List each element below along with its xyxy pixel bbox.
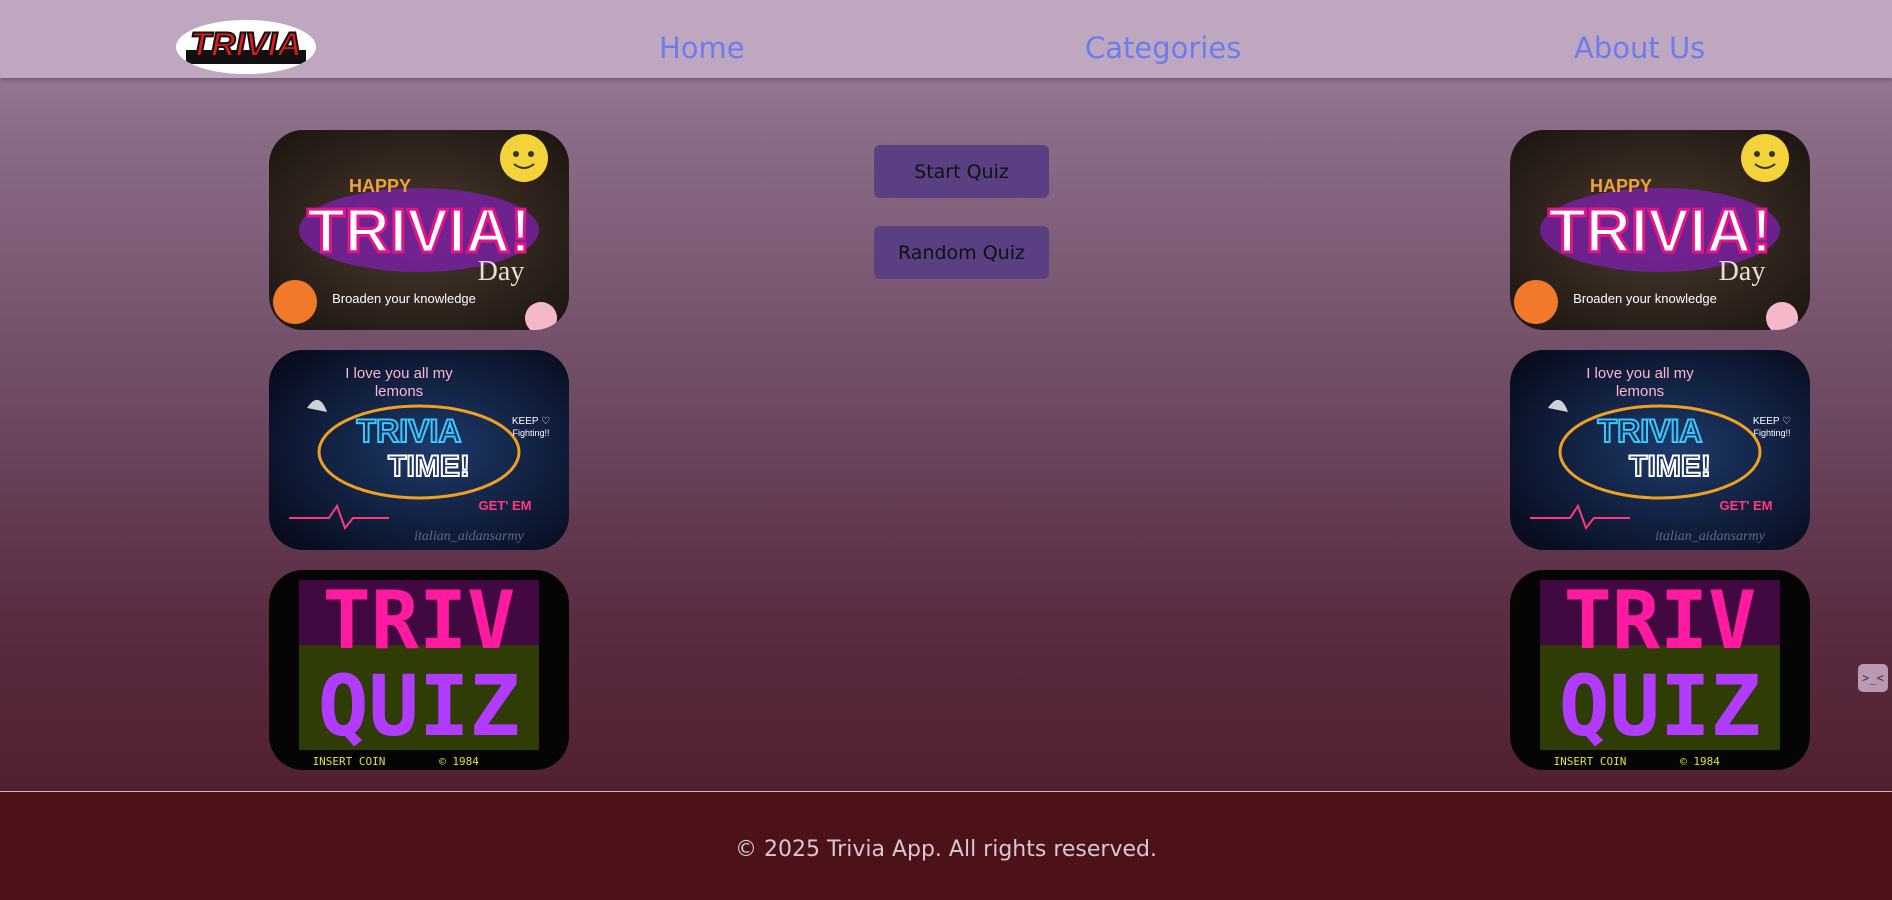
svg-text:HAPPY: HAPPY bbox=[349, 176, 411, 196]
svg-text:Fighting!!: Fighting!! bbox=[512, 428, 549, 438]
random-quiz-button[interactable]: Random Quiz bbox=[874, 226, 1049, 279]
svg-text:INSERT COIN: INSERT COIN bbox=[313, 755, 386, 768]
svg-text:TRIVIA: TRIVIA bbox=[357, 413, 462, 449]
start-quiz-button[interactable]: Start Quiz bbox=[874, 145, 1049, 198]
svg-text:GET' EM: GET' EM bbox=[479, 498, 532, 513]
svg-text:© 1984: © 1984 bbox=[439, 755, 479, 768]
trivia-time-image: I love you all my lemons TRIVIA TIME! KE… bbox=[269, 350, 569, 550]
nav-categories-link[interactable]: Categories bbox=[1085, 28, 1241, 68]
svg-text:Day: Day bbox=[478, 256, 525, 287]
svg-text:GET' EM: GET' EM bbox=[1720, 498, 1773, 513]
svg-text:I love you all my: I love you all my bbox=[345, 365, 453, 382]
svg-text:QUIZ: QUIZ bbox=[1559, 657, 1761, 755]
svg-text:Day: Day bbox=[1719, 256, 1766, 287]
svg-text:I love you all my: I love you all my bbox=[1586, 365, 1694, 382]
top-navbar: TRIVIA Home Categories About Us bbox=[0, 0, 1892, 78]
svg-text:HAPPY: HAPPY bbox=[1590, 176, 1652, 196]
svg-text:TIME!: TIME! bbox=[388, 450, 470, 483]
side-widget-icon[interactable]: >_< bbox=[1858, 664, 1888, 692]
trivia-time-image: I love you all my lemons TRIVIA TIME! KE… bbox=[1510, 350, 1810, 550]
happy-trivia-image: HAPPY TRIVIA! Day Broaden your knowledge bbox=[269, 130, 569, 330]
svg-text:italian_aidansarmy: italian_aidansarmy bbox=[414, 529, 524, 544]
svg-text:QUIZ: QUIZ bbox=[318, 657, 520, 755]
nav-home-link[interactable]: Home bbox=[659, 28, 745, 68]
svg-text:italian_aidansarmy: italian_aidansarmy bbox=[1655, 529, 1765, 544]
footer-copyright: © 2025 Trivia App. All rights reserved. bbox=[735, 836, 1157, 862]
triv-quiz-image: TRIV QUIZ INSERT COIN © 1984 bbox=[1510, 570, 1810, 770]
trivia-logo[interactable]: TRIVIA bbox=[176, 20, 316, 74]
logo-text: TRIVIA bbox=[190, 26, 301, 64]
svg-text:TIME!: TIME! bbox=[1629, 450, 1711, 483]
svg-text:KEEP ♡: KEEP ♡ bbox=[512, 416, 550, 427]
svg-text:TRIVIA: TRIVIA bbox=[1598, 413, 1703, 449]
nav-about-link[interactable]: About Us bbox=[1574, 28, 1705, 68]
svg-text:lemons: lemons bbox=[375, 383, 423, 400]
svg-text:lemons: lemons bbox=[1616, 383, 1664, 400]
triv-quiz-image: TRIV QUIZ INSERT COIN © 1984 bbox=[269, 570, 569, 770]
svg-text:TRIV: TRIV bbox=[1564, 574, 1757, 667]
svg-text:© 1984: © 1984 bbox=[1680, 755, 1720, 768]
svg-text:Fighting!!: Fighting!! bbox=[1753, 428, 1790, 438]
svg-text:Broaden your knowledge: Broaden your knowledge bbox=[332, 291, 476, 306]
svg-text:INSERT COIN: INSERT COIN bbox=[1554, 755, 1627, 768]
svg-text:TRIV: TRIV bbox=[323, 574, 516, 667]
svg-text:KEEP ♡: KEEP ♡ bbox=[1753, 416, 1791, 427]
svg-text:Broaden your knowledge: Broaden your knowledge bbox=[1573, 291, 1717, 306]
happy-trivia-image: HAPPY TRIVIA! Day Broaden your knowledge bbox=[1510, 130, 1810, 330]
footer: © 2025 Trivia App. All rights reserved. bbox=[0, 791, 1892, 900]
